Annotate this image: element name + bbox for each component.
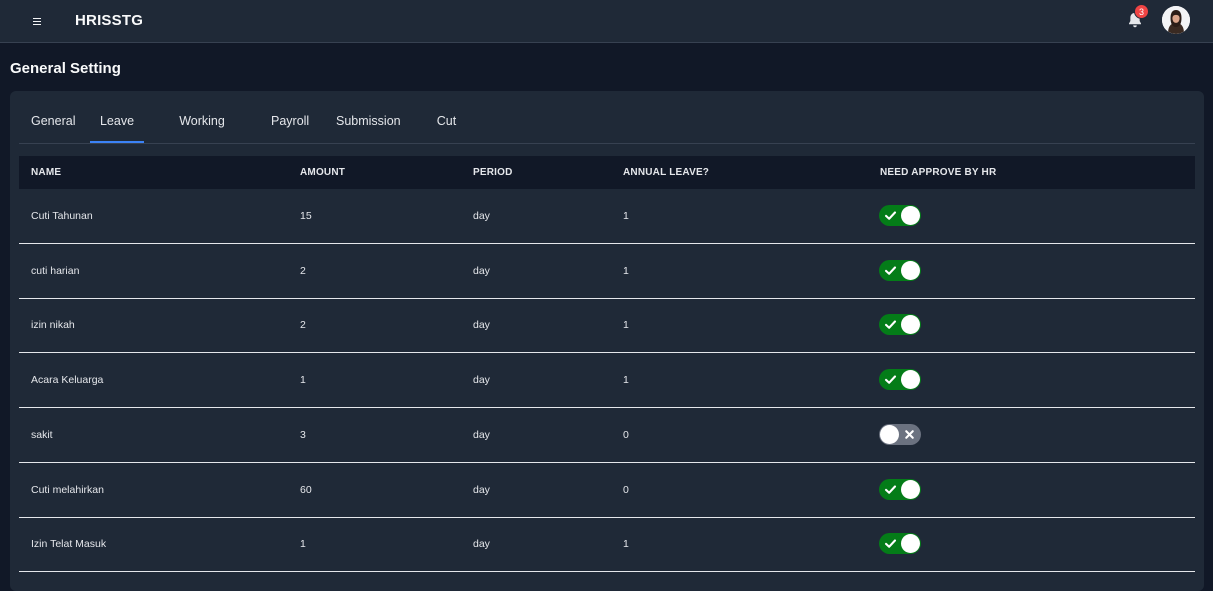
settings-card: General Leave Working Hours Payroll Subm… <box>10 91 1204 591</box>
cell-name: Izin Telat Masuk <box>31 538 107 551</box>
check-icon <box>884 539 897 548</box>
toggle-knob <box>901 479 920 499</box>
cell-name: cuti harian <box>31 264 80 277</box>
table-row: Cuti Tahunan 15 day 1 <box>19 189 1195 244</box>
column-header-amount: AMOUNT <box>300 167 346 178</box>
cell-period: day <box>473 319 490 332</box>
table-row: Cuti melahirkan 60 day 0 <box>19 463 1195 518</box>
need-approve-toggle[interactable] <box>879 205 921 226</box>
check-icon <box>884 266 897 275</box>
table-row: izin nikah 2 day 1 <box>19 298 1195 354</box>
toggle-knob <box>901 534 920 554</box>
column-header-annual-leave: ANNUAL LEAVE? <box>623 167 710 178</box>
need-approve-toggle[interactable] <box>879 423 921 445</box>
cell-annual-leave: 1 <box>623 264 629 277</box>
hamburger-menu-icon[interactable] <box>29 12 45 30</box>
tab-submission[interactable]: Submission <box>336 91 401 143</box>
cell-amount: 60 <box>300 483 312 496</box>
check-icon <box>884 211 897 220</box>
cell-amount: 2 <box>300 264 306 277</box>
cell-amount: 1 <box>300 374 306 387</box>
notification-badge[interactable]: 3 <box>1134 4 1149 19</box>
cell-annual-leave: 0 <box>623 483 629 496</box>
tab-working-hours[interactable]: Working Hours <box>162 91 242 188</box>
cell-name: Cuti Tahunan <box>31 210 93 222</box>
cell-amount: 2 <box>300 319 306 332</box>
cell-period: day <box>473 483 490 496</box>
need-approve-toggle[interactable] <box>879 369 921 391</box>
cell-annual-leave: 1 <box>623 538 629 551</box>
need-approve-toggle[interactable] <box>879 314 921 336</box>
toggle-knob <box>901 206 920 225</box>
cell-name: Acara Keluarga <box>31 374 104 387</box>
toggle-knob <box>901 370 920 390</box>
page-title: General Setting <box>10 60 121 77</box>
check-icon <box>884 375 897 384</box>
table-row: Izin Telat Masuk 1 day 1 <box>19 517 1195 573</box>
table-row: cuti harian 2 day 1 <box>19 244 1195 299</box>
toggle-knob <box>901 260 920 280</box>
user-avatar[interactable] <box>1162 6 1190 34</box>
cell-annual-leave: 1 <box>623 210 629 222</box>
table-header: NAME AMOUNT PERIOD ANNUAL LEAVE? NEED AP… <box>19 156 1195 189</box>
app-title: HRISSTG <box>75 12 144 29</box>
check-icon <box>884 320 897 330</box>
cell-amount: 1 <box>300 538 306 551</box>
toggle-knob <box>880 424 899 444</box>
cell-period: day <box>473 538 490 551</box>
cell-annual-leave: 1 <box>623 374 629 387</box>
need-approve-toggle[interactable] <box>879 259 921 281</box>
cell-annual-leave: 0 <box>623 428 629 441</box>
cell-annual-leave: 1 <box>623 319 629 332</box>
top-navbar: HRISSTG 3 <box>0 0 1213 43</box>
close-icon <box>905 429 914 439</box>
column-header-name: NAME <box>31 167 62 178</box>
column-header-period: PERIOD <box>473 167 513 178</box>
tab-leave[interactable]: Leave <box>90 91 144 143</box>
cell-name: Cuti melahirkan <box>31 483 104 496</box>
tab-payroll[interactable]: Payroll <box>271 91 309 143</box>
cell-amount: 15 <box>300 210 312 222</box>
toggle-knob <box>901 315 920 335</box>
cell-amount: 3 <box>300 428 306 441</box>
column-header-need-approve: NEED APPROVE BY HR <box>880 167 997 178</box>
cell-name: izin nikah <box>31 319 75 332</box>
table-row: sakit 3 day 0 <box>19 408 1195 463</box>
table-row: Acara Keluarga 1 day 1 <box>19 353 1195 409</box>
tab-cut-off[interactable]: Cut Off <box>427 91 466 188</box>
cell-period: day <box>473 428 490 441</box>
cell-period: day <box>473 210 490 222</box>
need-approve-toggle[interactable] <box>879 533 921 555</box>
cell-name: sakit <box>31 428 53 441</box>
cell-period: day <box>473 374 490 387</box>
avatar-portrait-icon <box>1162 6 1190 34</box>
cell-period: day <box>473 264 490 277</box>
settings-tabs: General Leave Working Hours Payroll Subm… <box>19 91 1195 188</box>
need-approve-toggle[interactable] <box>879 478 921 500</box>
check-icon <box>884 484 897 494</box>
tab-general[interactable]: General <box>31 91 75 143</box>
